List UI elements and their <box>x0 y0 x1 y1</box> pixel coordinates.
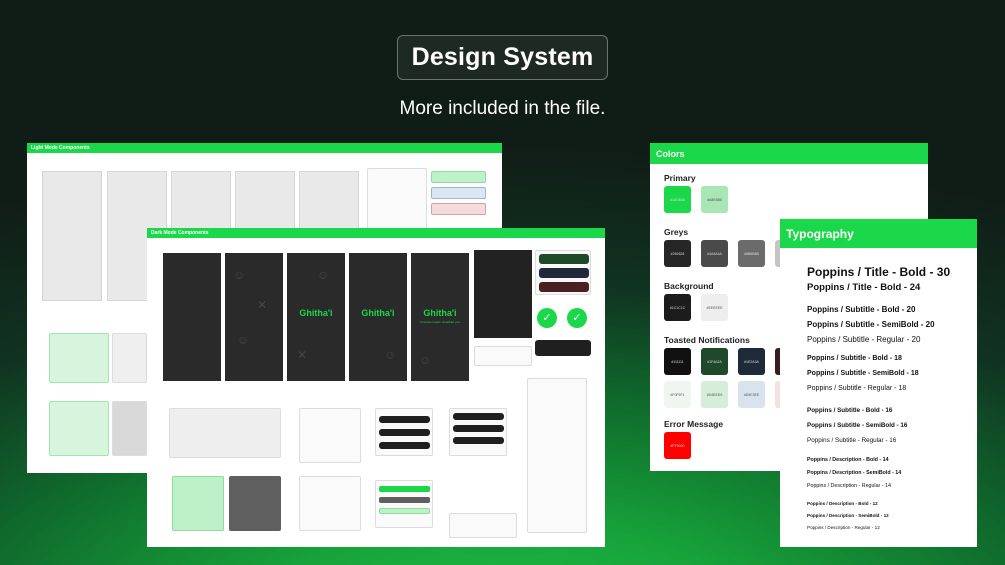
color-group-label: Error Message <box>664 419 724 429</box>
type-style-sample: Poppins / Description - Bold - 14 <box>807 457 889 463</box>
typography-title: Typography <box>780 219 977 248</box>
light-toast-info <box>431 187 486 199</box>
color-group-label: Greys <box>664 227 689 237</box>
light-form-panel <box>49 333 109 383</box>
dark-screen-blank <box>163 253 221 381</box>
dark-toast-panel <box>535 250 591 295</box>
fork-knife-icon: ✕ <box>297 348 308 362</box>
cookie-face-icon: ☺ <box>237 333 250 347</box>
color-swatch: #111111 <box>664 348 691 375</box>
dark-form-grey <box>229 476 281 531</box>
dark-list-panel <box>527 378 587 533</box>
color-swatch: #1F4A2A <box>701 348 728 375</box>
dark-icons-panel <box>449 513 517 538</box>
type-style-sample: Poppins / Subtitle - Regular - 20 <box>807 335 921 344</box>
typography-panel: Typography Poppins / Title - Bold - 30 Po… <box>780 219 977 547</box>
type-style-sample: Poppins / Subtitle - SemiBold - 18 <box>807 370 919 377</box>
dark-inputs-panel <box>299 408 361 463</box>
brand-logo: Ghitha'i <box>361 308 395 318</box>
type-style-sample: Poppins / Description - Bold - 12 <box>807 501 878 506</box>
dark-buttons-panel <box>375 408 433 456</box>
brand-logo: Ghitha'i <box>299 308 333 318</box>
color-swatch: #1E2A3A <box>738 348 765 375</box>
cookie-face-icon: ☺ <box>233 268 246 282</box>
colors-title: Colors <box>650 143 928 164</box>
type-style-sample: Poppins / Subtitle - Regular - 18 <box>807 385 907 392</box>
type-style-sample: Poppins / Subtitle - Regular - 16 <box>807 437 897 444</box>
checkmark-icon: ✓ <box>567 308 587 328</box>
type-style-sample: Poppins / Description - SemiBold - 14 <box>807 470 902 476</box>
color-swatch: #4A4A4A <box>701 240 728 267</box>
type-style-sample: Poppins / Subtitle - Bold - 20 <box>807 305 916 314</box>
light-mode-title: Light Mode Components <box>27 143 502 153</box>
color-swatch: #FF0000 <box>664 432 691 459</box>
type-style-sample: Poppins / Subtitle - Bold - 18 <box>807 355 902 362</box>
color-swatch: #6B6B6B <box>738 240 765 267</box>
dark-toast <box>535 340 591 356</box>
light-screen-blank <box>42 171 102 301</box>
checkmark-icon: ✓ <box>537 308 557 328</box>
light-toast-success <box>431 171 486 183</box>
dark-filter-panel <box>474 250 532 338</box>
dark-screen-pattern: ☺ Ghitha'i ✕ <box>287 253 345 381</box>
hero-subtitle: More included in the file. <box>399 98 606 119</box>
design-system-title: Design System <box>397 35 608 80</box>
color-swatch: #EEEEEE <box>701 294 728 321</box>
dark-mode-title: Dark Mode Components <box>147 228 605 238</box>
type-style-sample: Poppins / Title - Bold - 24 <box>807 282 921 293</box>
dark-green-buttons-panel <box>375 480 433 528</box>
dark-chips-panel <box>299 476 361 531</box>
color-group-label: Primary <box>664 173 696 183</box>
color-swatch: #1C1C1C <box>664 294 691 321</box>
light-cards-panel <box>49 401 109 456</box>
color-swatch: #A8E6B5 <box>701 186 728 213</box>
color-swatch: #D4EED9 <box>701 381 728 408</box>
color-group-label: Toasted Notifications <box>664 335 750 345</box>
dark-modal <box>474 346 532 366</box>
dark-textfields-panel <box>449 408 507 456</box>
light-cards-panel-alt <box>112 401 147 456</box>
dark-screen-splash: Ghitha'i Yummies meals. Healthier you. ☺ <box>411 253 469 381</box>
cookie-face-icon: ☺ <box>317 268 330 282</box>
type-style-sample: Poppins / Description - Regular - 14 <box>807 483 891 489</box>
brand-tagline: Yummies meals. Healthier you. <box>419 320 461 324</box>
dark-screen-splash: Ghitha'i ☺ <box>349 253 407 381</box>
type-style-sample: Poppins / Description - SemiBold - 12 <box>807 513 889 518</box>
color-swatch: #D9E3EE <box>738 381 765 408</box>
dark-screen-pattern: ☺ ✕ ☺ <box>225 253 283 381</box>
color-group-label: Background <box>664 281 714 291</box>
color-swatch: #1AD84A <box>664 186 691 213</box>
light-form-panel-alt <box>112 333 147 383</box>
type-style-sample: Poppins / Subtitle - SemiBold - 20 <box>807 320 935 329</box>
fork-knife-icon: ✕ <box>257 298 268 312</box>
color-swatch: #262626 <box>664 240 691 267</box>
dark-mode-board: Dark Mode Components ☺ ✕ ☺ ☺ Ghitha'i ✕ … <box>147 228 605 547</box>
brand-logo: Ghitha'i <box>423 308 457 318</box>
type-style-sample: Poppins / Description - Regular - 12 <box>807 525 880 530</box>
type-style-sample: Poppins / Title - Bold - 30 <box>807 265 951 279</box>
cookie-face-icon: ☺ <box>384 348 397 362</box>
dark-signin-panel <box>169 408 281 458</box>
dark-form-green <box>172 476 224 531</box>
type-style-sample: Poppins / Subtitle - Bold - 16 <box>807 407 893 414</box>
type-style-sample: Poppins / Subtitle - SemiBold - 16 <box>807 422 908 429</box>
color-swatch: #F0F5F1 <box>664 381 691 408</box>
light-toast-error <box>431 203 486 215</box>
cookie-face-icon: ☺ <box>419 353 432 367</box>
